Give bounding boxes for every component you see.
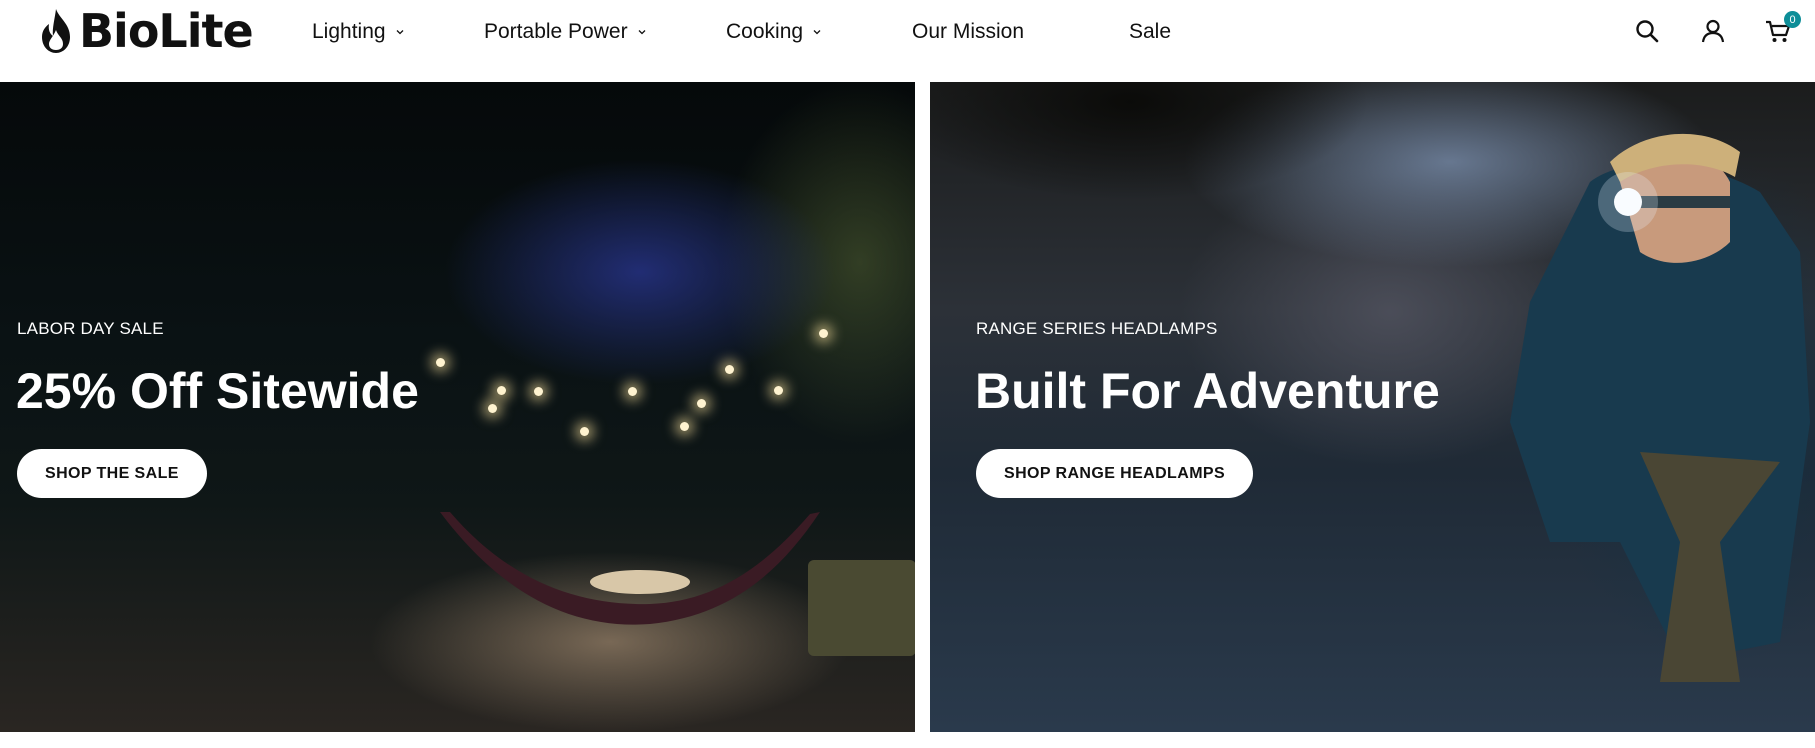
chevron-down-icon bbox=[396, 30, 404, 35]
flame-logo-icon bbox=[42, 9, 70, 53]
chevron-down-icon bbox=[638, 30, 646, 35]
nav-label: Sale bbox=[1129, 20, 1172, 43]
nav-label: Cooking bbox=[726, 20, 804, 43]
nav-label: Lighting bbox=[312, 20, 386, 43]
hero-eyebrow: LABOR DAY SALE bbox=[17, 319, 164, 338]
nav-portable-power[interactable]: Portable Power bbox=[484, 18, 647, 46]
hero-headline: 25% Off Sitewide bbox=[16, 363, 419, 419]
nav-our-mission[interactable]: Our Mission bbox=[912, 18, 1024, 46]
chevron-down-icon bbox=[813, 30, 821, 35]
shop-range-headlamps-button[interactable]: SHOP RANGE HEADLAMPS bbox=[976, 449, 1254, 498]
site-header: BioLite Lighting Portable Power Cooking … bbox=[0, 0, 1815, 82]
hero-headline: Built For Adventure bbox=[975, 363, 1440, 419]
cooler-image bbox=[808, 560, 915, 656]
nav-lighting[interactable]: Lighting bbox=[312, 18, 405, 46]
hero-panel-range-headlamps: RANGE SERIES HEADLAMPS Built For Adventu… bbox=[930, 82, 1815, 732]
brand-wordmark: BioLite bbox=[79, 4, 254, 58]
shop-the-sale-button[interactable]: SHOP THE SALE bbox=[17, 449, 207, 498]
hero-panel-labor-day-sale: LABOR DAY SALE 25% Off Sitewide SHOP THE… bbox=[0, 82, 915, 732]
nav-cooking[interactable]: Cooking bbox=[726, 18, 822, 46]
nav-label: Our Mission bbox=[912, 20, 1025, 43]
account-icon bbox=[1701, 19, 1725, 43]
biolite-logo[interactable]: BioLite bbox=[36, 4, 254, 58]
account-button[interactable] bbox=[1698, 16, 1728, 46]
cart-button[interactable]: 0 bbox=[1763, 11, 1801, 46]
nav-sale[interactable]: Sale bbox=[1129, 18, 1171, 46]
hammock-image bbox=[440, 512, 820, 625]
search-icon bbox=[1636, 20, 1659, 43]
search-button[interactable] bbox=[1632, 16, 1662, 46]
nav-label: Portable Power bbox=[484, 20, 628, 43]
cart-count-badge: 0 bbox=[1784, 11, 1801, 28]
hero-eyebrow: RANGE SERIES HEADLAMPS bbox=[976, 319, 1218, 338]
hiker-with-headlamp-image bbox=[1510, 133, 1810, 682]
